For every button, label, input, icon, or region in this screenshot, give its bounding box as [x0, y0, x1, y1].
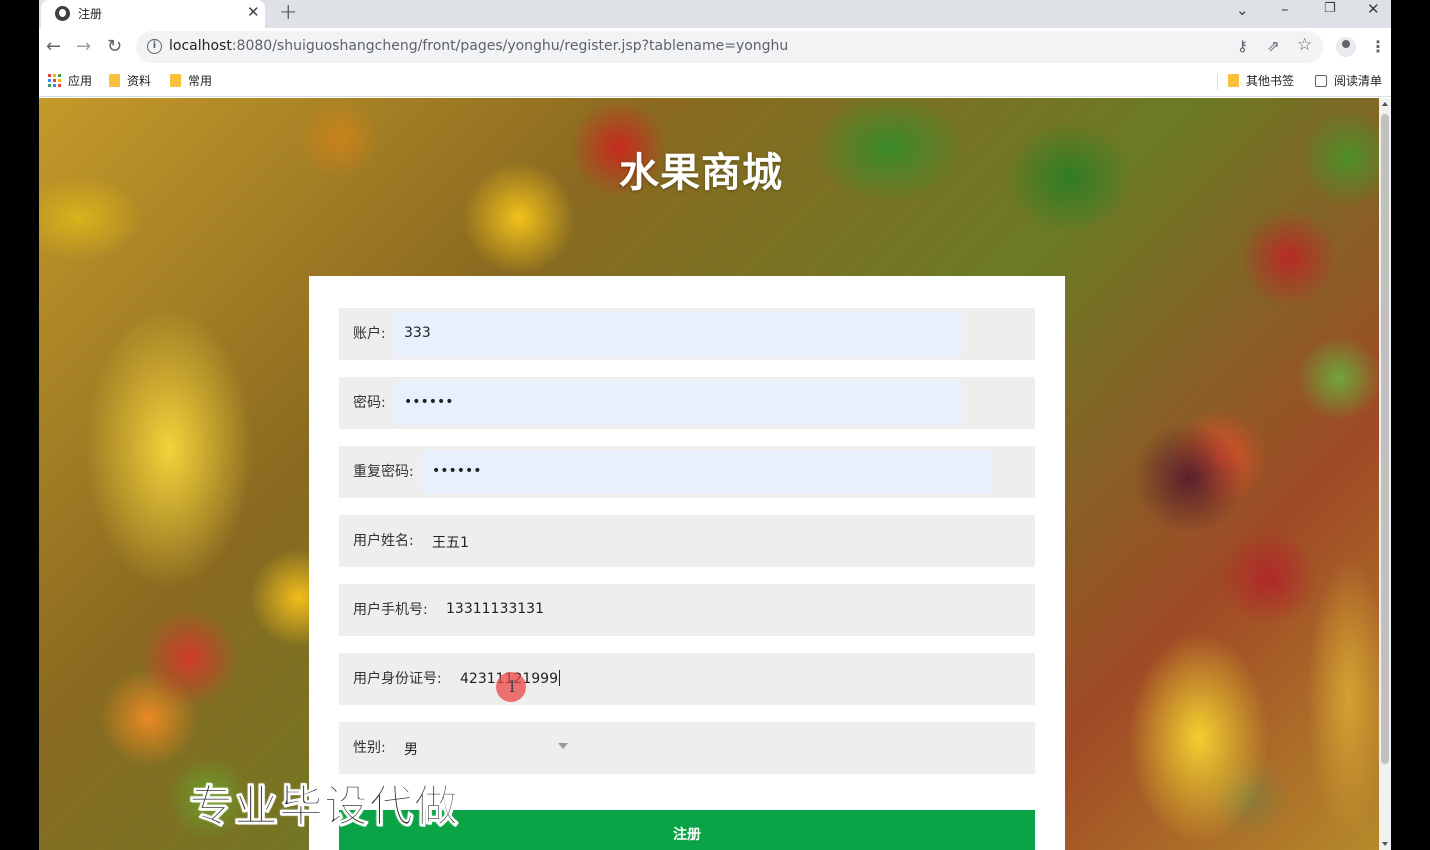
bookmark-divider — [1217, 74, 1218, 90]
bookmark-label: 常用 — [188, 74, 213, 88]
page-background: 水果商城 账户: 333 密码: •••••• 重复密码: •••••• 用户姓… — [39, 98, 1379, 850]
bookmark-label: 其他书签 — [1246, 74, 1295, 88]
tab-title: 注册 — [78, 7, 103, 21]
site-info-icon[interactable]: i — [147, 39, 162, 54]
url-host: localhost — [169, 38, 232, 54]
bookmark-label: 应用 — [68, 74, 93, 88]
text-cursor-icon: I — [509, 677, 516, 696]
apps-grid-dot — [53, 74, 56, 77]
globe-icon — [55, 6, 70, 21]
apps-grid-dot — [48, 84, 51, 87]
apps-grid-dot — [53, 84, 56, 87]
bookmark-apps[interactable]: 应用 — [48, 72, 92, 89]
reload-icon[interactable]: ↻ — [107, 36, 122, 57]
repeat-password-label: 重复密码: — [353, 464, 414, 480]
bookmark-folder-changyong[interactable]: 常用 — [170, 72, 212, 89]
id-card-label: 用户身份证号: — [353, 671, 442, 687]
folder-icon — [1228, 74, 1239, 87]
password-row: 密码: •••••• — [339, 377, 1035, 429]
tab-strip: 注册 ✕ + ⌄ – ❐ ✕ — [39, 0, 1391, 28]
folder-icon — [170, 74, 181, 87]
phone-input[interactable]: 13311133131 — [436, 588, 996, 632]
account-input[interactable]: 333 — [394, 312, 961, 356]
account-label: 账户: — [353, 326, 386, 342]
reading-list-icon — [1315, 74, 1327, 87]
apps-grid-dot — [58, 74, 61, 77]
user-name-input[interactable]: 王五1 — [422, 519, 1002, 563]
apps-grid-dot — [53, 79, 56, 82]
user-name-row: 用户姓名: 王五1 — [339, 515, 1035, 567]
window-close-button[interactable]: ✕ — [1367, 0, 1380, 18]
scroll-down-icon[interactable] — [1382, 842, 1388, 846]
new-tab-button[interactable]: + — [279, 0, 297, 25]
phone-label: 用户手机号: — [353, 602, 428, 618]
chevron-down-icon — [558, 743, 568, 749]
browser-window: 注册 ✕ + ⌄ – ❐ ✕ ← → ↻ i localhost:8080/sh… — [39, 0, 1391, 850]
bookmark-reading-list[interactable]: 阅读清单 — [1315, 72, 1382, 89]
bookmark-other[interactable]: 其他书签 — [1228, 72, 1294, 89]
close-tab-icon[interactable]: ✕ — [247, 3, 260, 21]
folder-icon — [109, 74, 120, 87]
browser-toolbar: ← → ↻ i localhost:8080/shuiguoshangcheng… — [39, 28, 1391, 66]
apps-grid-dot — [48, 79, 51, 82]
scroll-up-icon[interactable] — [1382, 102, 1388, 106]
bookmark-label: 资料 — [127, 74, 152, 88]
gender-select[interactable]: 男 — [394, 726, 579, 770]
user-name-label: 用户姓名: — [353, 533, 414, 549]
address-bar[interactable]: i localhost:8080/shuiguoshangcheng/front… — [136, 31, 1323, 63]
scroll-thumb[interactable] — [1381, 114, 1389, 764]
repeat-password-input[interactable]: •••••• — [422, 450, 992, 494]
register-form: 账户: 333 密码: •••••• 重复密码: •••••• 用户姓名: 王五… — [309, 276, 1065, 850]
password-label: 密码: — [353, 395, 386, 411]
text-caret — [558, 670, 560, 686]
share-icon[interactable]: ⇗ — [1267, 37, 1280, 55]
menu-icon[interactable]: ⋮ — [1370, 37, 1386, 56]
bookmark-label: 阅读清单 — [1334, 74, 1383, 88]
repeat-password-row: 重复密码: •••••• — [339, 446, 1035, 498]
password-input[interactable]: •••••• — [394, 381, 961, 425]
minimize-button[interactable]: – — [1281, 0, 1289, 18]
tab-search-icon[interactable]: ⌄ — [1236, 1, 1249, 19]
page-scrollbar[interactable] — [1379, 98, 1391, 850]
id-card-input[interactable]: 42311121999 — [450, 657, 1010, 701]
tab-register[interactable]: 注册 ✕ — [41, 0, 265, 28]
site-title: 水果商城 — [619, 150, 783, 196]
key-icon[interactable]: ⚷ — [1237, 37, 1248, 55]
watermark-text: 专业毕设代做 — [189, 781, 459, 833]
url-text: localhost:8080/shuiguoshangcheng/front/p… — [169, 38, 788, 54]
bookmark-folder-ziliao[interactable]: 资料 — [109, 72, 151, 89]
apps-grid-icon — [48, 74, 61, 87]
apps-grid-dot — [58, 79, 61, 82]
phone-row: 用户手机号: 13311133131 — [339, 584, 1035, 636]
gender-label: 性别: — [353, 740, 386, 756]
account-row: 账户: 333 — [339, 308, 1035, 360]
bookmarks-bar: 应用 资料 常用 其他书签 阅读清单 — [39, 66, 1391, 97]
forward-icon[interactable]: → — [76, 36, 91, 57]
id-card-row: 用户身份证号: 42311121999 — [339, 653, 1035, 705]
star-icon[interactable]: ☆ — [1297, 35, 1312, 55]
apps-grid-dot — [58, 84, 61, 87]
profile-icon[interactable] — [1336, 37, 1356, 57]
apps-grid-dot — [48, 74, 51, 77]
back-icon[interactable]: ← — [46, 36, 61, 57]
url-path: :8080/shuiguoshangcheng/front/pages/yong… — [231, 38, 789, 54]
restore-button[interactable]: ❐ — [1324, 1, 1336, 16]
gender-row: 性别: 男 — [339, 722, 1035, 774]
